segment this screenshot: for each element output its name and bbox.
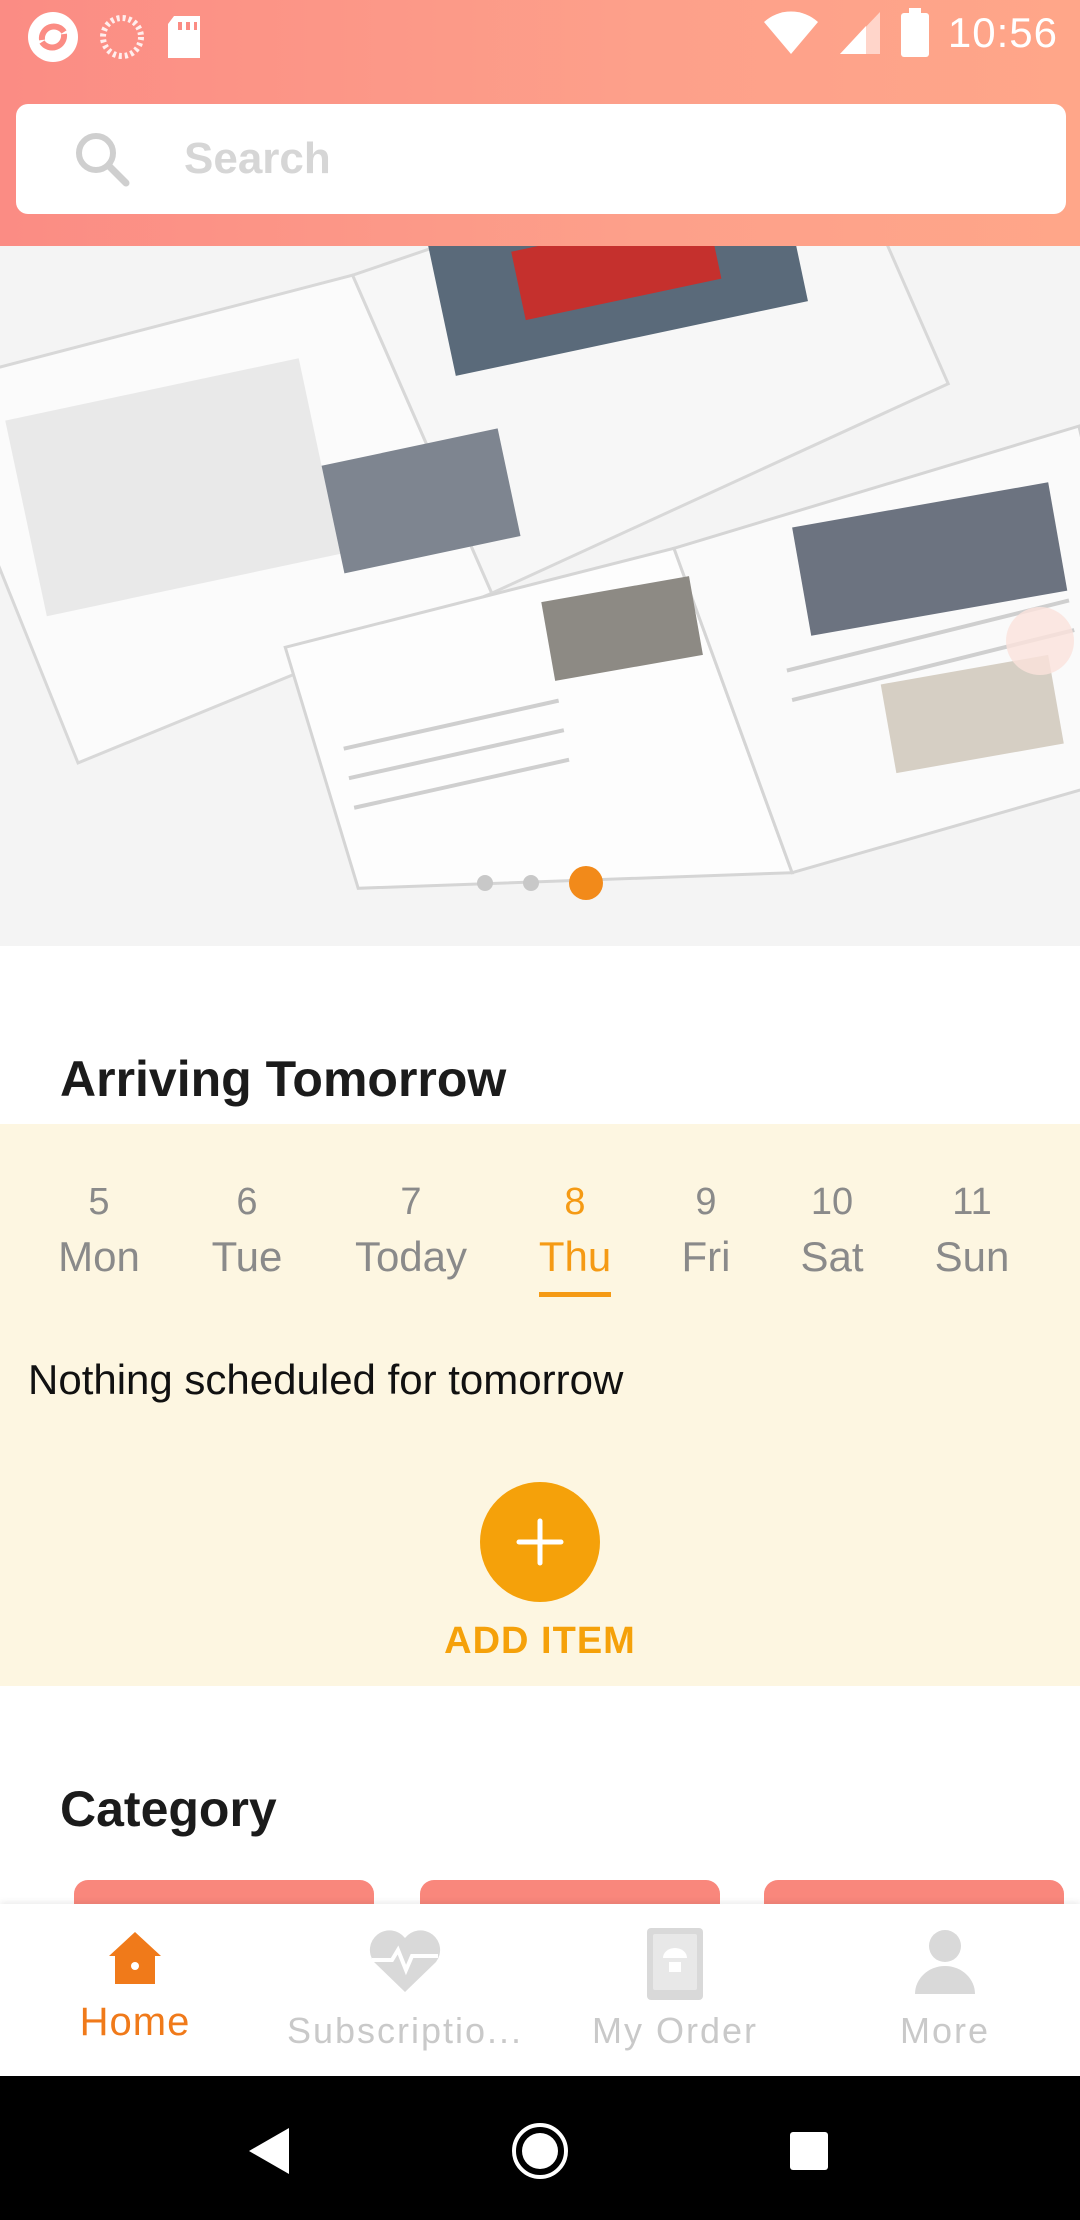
- carousel-dot[interactable]: [477, 875, 493, 891]
- search-bar[interactable]: [16, 104, 1066, 214]
- carousel-dot[interactable]: [523, 875, 539, 891]
- day-number: 11: [952, 1181, 992, 1223]
- recents-icon: [790, 2132, 828, 2170]
- day-tab[interactable]: 10 Sat: [757, 1176, 907, 1286]
- selected-day-underline: [539, 1292, 611, 1297]
- app-notification-icon: [26, 10, 80, 64]
- sd-card-icon: [164, 14, 204, 60]
- nav-label: Subscriptio...: [286, 2010, 524, 2051]
- magazine-banner-image: [0, 246, 1080, 946]
- recents-button[interactable]: [774, 2116, 844, 2186]
- day-name: Thu: [538, 1233, 612, 1280]
- day-number: 6: [236, 1181, 258, 1223]
- back-icon: [249, 2128, 289, 2174]
- carousel-dot-active[interactable]: [569, 866, 603, 900]
- day-name: Sun: [934, 1233, 1010, 1280]
- day-tab[interactable]: 6 Tue: [172, 1176, 322, 1286]
- home-icon: [109, 1932, 161, 1984]
- wifi-icon: [762, 10, 820, 56]
- day-tab[interactable]: 11 Sun: [897, 1176, 1047, 1286]
- nav-item-home[interactable]: Home: [0, 1904, 270, 2076]
- person-icon: [915, 1930, 975, 1994]
- system-navigation-bar: [0, 2076, 1080, 2220]
- add-item-button[interactable]: [480, 1482, 600, 1602]
- banner-carousel[interactable]: [0, 246, 1080, 946]
- nav-item-subscription[interactable]: Subscriptio...: [270, 1904, 540, 2076]
- heartbeat-icon: [369, 1930, 441, 1992]
- bottom-navigation: Home Subscriptio... My Order More: [0, 1904, 1080, 2076]
- arriving-title: Arriving Tomorrow: [60, 1051, 507, 1107]
- carousel-indicator: [0, 866, 1080, 900]
- loading-indicator-icon: [98, 13, 146, 61]
- category-title: Category: [60, 1781, 277, 1837]
- nav-item-my-order[interactable]: My Order: [540, 1904, 810, 2076]
- add-item-label[interactable]: ADD ITEM: [0, 1620, 1080, 1663]
- nav-item-more[interactable]: More: [810, 1904, 1080, 2076]
- day-selector: 5 Mon 6 Tue 7 Today 8 Thu 9 Fri 10 Sat 1…: [0, 1176, 1080, 1297]
- nav-label: More: [899, 2010, 991, 2051]
- day-tab[interactable]: 5 Mon: [24, 1176, 174, 1286]
- nav-label: Home: [79, 2000, 191, 2044]
- cell-signal-icon: [838, 10, 882, 56]
- day-number: 8: [564, 1181, 586, 1223]
- day-number: 10: [810, 1181, 854, 1223]
- search-icon: [72, 129, 132, 189]
- status-bar: 10:56: [0, 0, 1080, 72]
- day-name: Mon: [58, 1233, 140, 1280]
- order-book-icon: [647, 1928, 703, 2000]
- home-system-button[interactable]: [505, 2116, 575, 2186]
- day-name: Sat: [800, 1233, 864, 1280]
- nav-label: My Order: [591, 2010, 758, 2051]
- empty-schedule-message: Nothing scheduled for tomorrow: [28, 1356, 624, 1403]
- day-name: Tue: [211, 1233, 283, 1280]
- day-number: 5: [88, 1181, 110, 1223]
- home-circle-icon: [512, 2123, 568, 2179]
- search-input[interactable]: [184, 134, 984, 184]
- arriving-panel: 5 Mon 6 Tue 7 Today 8 Thu 9 Fri 10 Sat 1…: [0, 1124, 1080, 1686]
- back-button[interactable]: [234, 2116, 304, 2186]
- day-name: Today: [354, 1233, 468, 1280]
- day-tab[interactable]: 7 Today: [336, 1176, 486, 1286]
- status-time: 10:56: [947, 9, 1058, 56]
- battery-icon: [900, 8, 930, 58]
- day-number: 7: [400, 1181, 422, 1223]
- day-tab-selected[interactable]: 8 Thu: [500, 1176, 650, 1297]
- plus-icon: [516, 1518, 564, 1566]
